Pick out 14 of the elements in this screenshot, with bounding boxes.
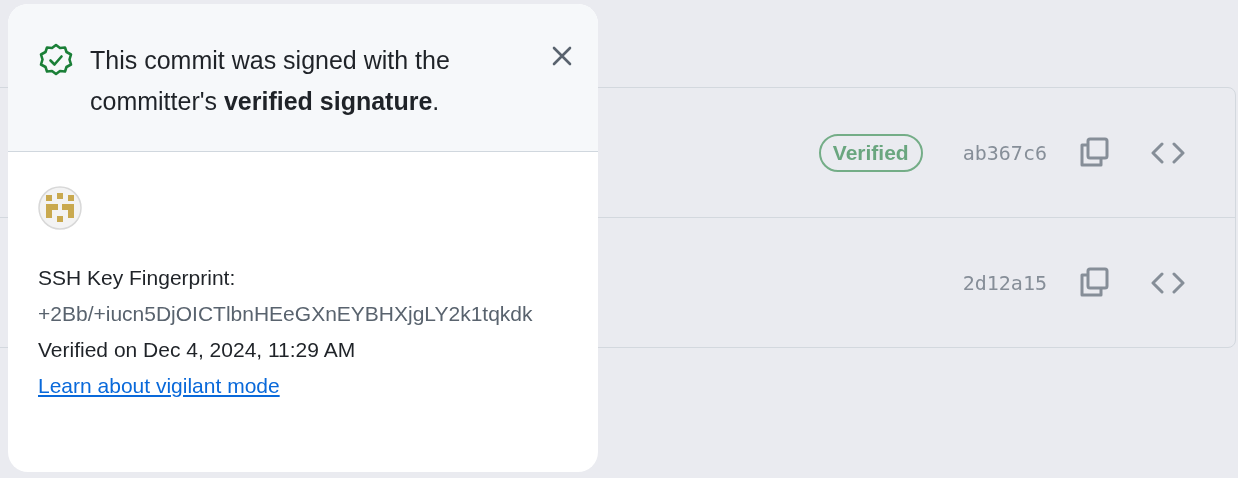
code-icon	[1151, 270, 1185, 295]
verified-check-icon	[38, 42, 74, 78]
avatar-icon	[38, 186, 82, 230]
signature-message: This commit was signed with the committer's verified signature.	[90, 45, 451, 117]
commit-sha[interactable]: 2d12a15	[962, 270, 1047, 295]
commit-sha[interactable]: ab367c6	[962, 140, 1047, 165]
verified-badge[interactable]: Verified	[818, 133, 923, 172]
verified-date: Verified on Dec 4, 2024, 11:29 AM	[38, 337, 357, 363]
vigilant-mode-link[interactable]: Learn about vigilant mode	[38, 368, 280, 404]
browse-code-button[interactable]	[1151, 140, 1185, 165]
browse-code-button[interactable]	[1151, 270, 1185, 295]
code-icon	[1151, 140, 1185, 165]
key-label: SSH Key Fingerprint:	[38, 265, 237, 291]
key-fingerprint: +2Bb/+iucn5DjOICTlbnHEeGXnEYBHXjgLY2k1tqkdk	[38, 301, 534, 327]
